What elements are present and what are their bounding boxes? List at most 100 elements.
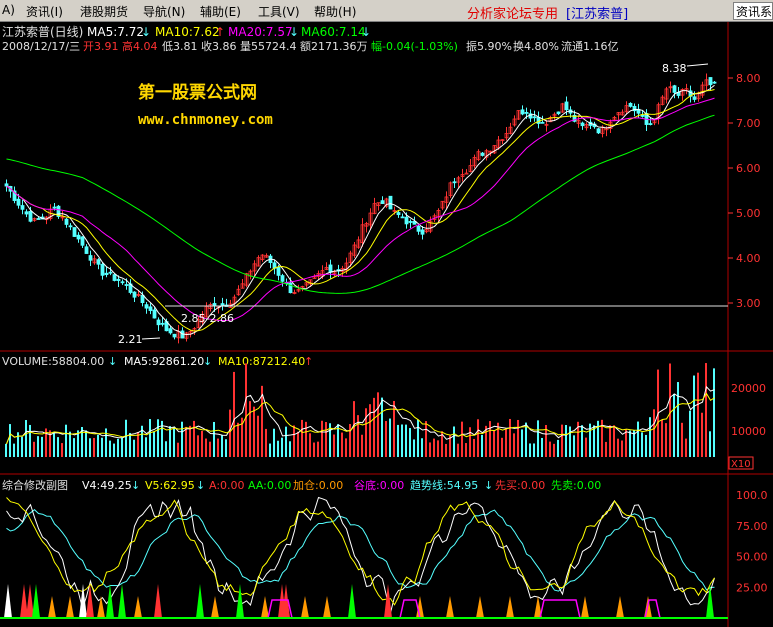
volume-bar: [461, 421, 463, 457]
sub-trend: 趋势线:54.95: [410, 478, 478, 492]
candle-body: [168, 328, 173, 334]
candle-body: [708, 77, 713, 86]
candle-body: [172, 333, 177, 338]
menu-item-tools[interactable]: 工具(V): [258, 3, 300, 20]
sub-v4: V4:49.25: [82, 479, 132, 492]
news-search-button[interactable]: 资讯系: [733, 2, 773, 20]
volume-bar: [505, 429, 507, 457]
volume-bar: [333, 434, 335, 457]
volume-bar: [149, 419, 151, 457]
candle-body: [112, 274, 117, 281]
menu-item-nav[interactable]: 导航(N): [143, 3, 185, 20]
volume-bar: [109, 440, 111, 457]
candle-body: [144, 304, 149, 309]
volume-bar: [705, 363, 707, 457]
info-change: 幅-0.04(-1.03%): [371, 40, 458, 53]
volume-bar: [313, 442, 315, 457]
stock-chart[interactable]: 江苏索普(日线) MA5:7.72 ↓ MA10:7.62 ↑ MA20:7.5…: [0, 22, 773, 627]
stock-name-link[interactable]: [江苏索普]: [566, 3, 628, 22]
sub-ytick-label: 100.0: [736, 489, 768, 502]
volume-bar: [477, 419, 479, 457]
sub-indicator-lines: [6, 496, 715, 613]
candle-body: [68, 225, 73, 228]
candle-body: [80, 236, 85, 246]
info-low: 低3.81: [162, 40, 198, 53]
volume-bar: [165, 441, 167, 457]
volume-bar: [53, 431, 55, 457]
volume-bar: [153, 432, 155, 457]
signal-spike: [134, 596, 142, 618]
volume-bar: [181, 421, 183, 457]
menu-item-assist[interactable]: 辅助(E): [200, 3, 241, 20]
volume-bar: [525, 422, 527, 457]
signal-spike: [446, 596, 454, 618]
volume-bar: [169, 426, 171, 457]
menu-item-hk-futures[interactable]: 港股期货: [80, 3, 128, 20]
candle-body: [556, 111, 561, 115]
volume-bar: [553, 443, 555, 457]
volume-bar: [93, 437, 95, 457]
volume-bar: [121, 437, 123, 457]
signal-spike: [196, 584, 204, 618]
volume-bar: [573, 435, 575, 457]
candle-body: [540, 121, 545, 124]
volume-bar: [217, 438, 219, 457]
volume-bar: [661, 419, 663, 457]
menu-item-a[interactable]: A): [2, 3, 15, 17]
volume-bar: [541, 437, 543, 457]
volume-bar: [533, 443, 535, 457]
signal-spike: [261, 596, 269, 618]
volume-bar: [537, 420, 539, 457]
volume-bar: [421, 438, 423, 457]
candle-body: [692, 96, 697, 100]
signal-spike: [506, 596, 514, 618]
volume-bar: [309, 433, 311, 457]
volume-bar: [117, 438, 119, 457]
candle-body: [152, 309, 157, 319]
info-open: 开3.91: [83, 40, 119, 53]
candle-body: [4, 183, 9, 187]
signal-spike: [106, 584, 114, 618]
candle-body: [452, 181, 457, 184]
volume-bar: [445, 443, 447, 457]
candle-body: [580, 122, 585, 127]
volume-bar: [665, 423, 667, 457]
candle-body: [532, 116, 537, 119]
menu-item-help[interactable]: 帮助(H): [314, 3, 356, 20]
volume-bar: [677, 382, 679, 457]
volume-bar: [517, 419, 519, 457]
signal-spike: [118, 584, 126, 618]
volume-bar: [557, 439, 559, 457]
volume-bar: [5, 443, 7, 457]
sub-a: A:0.00: [209, 479, 245, 492]
volume-bar: [529, 443, 531, 457]
ma60-label: MA60:7.14: [301, 25, 366, 39]
volume-bar: [613, 425, 615, 457]
candle-body: [536, 117, 541, 124]
volume-bar: [489, 421, 491, 457]
volume-bar: [305, 421, 307, 457]
volume-bar: [481, 434, 483, 457]
down-arrow-icon: ↓: [131, 479, 140, 492]
candle-body: [96, 259, 101, 265]
volume-bar: [29, 424, 31, 457]
volume-bar: [357, 415, 359, 457]
volume-bar: [197, 435, 199, 457]
volume-bar: [237, 422, 239, 457]
volume-bar: [205, 438, 207, 457]
candle-body: [104, 272, 109, 276]
candle-body: [648, 123, 653, 125]
signal-spike: [476, 596, 484, 618]
volume-bar: [621, 440, 623, 457]
volume-bar: [61, 443, 63, 457]
main-ytick-label: 5.00: [736, 207, 761, 220]
volume-moving-averages: [6, 385, 715, 445]
candle-body: [564, 101, 569, 111]
volume-bar: [501, 437, 503, 457]
volume-bar: [193, 420, 195, 457]
volume-bar: [473, 438, 475, 457]
volume-bar: [365, 408, 367, 457]
volume-bar: [185, 426, 187, 457]
ma5-line: [6, 84, 715, 336]
menu-item-news[interactable]: 资讯(I): [26, 3, 63, 20]
